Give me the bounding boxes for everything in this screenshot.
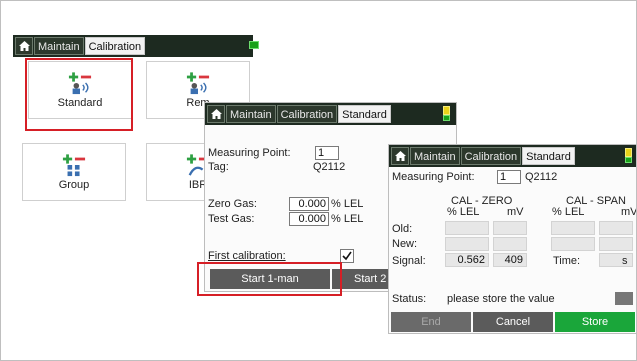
signal-lel-value: 0.562: [445, 253, 489, 267]
tab-calibration[interactable]: Calibration: [84, 37, 146, 55]
tab-standard[interactable]: Standard: [338, 105, 391, 123]
measuring-point-label: Measuring Point:: [208, 147, 291, 159]
status-label: Status:: [392, 293, 427, 305]
battery-icon: [443, 106, 450, 115]
new-zero-mv: [493, 237, 527, 251]
new-span-lel: [551, 237, 595, 251]
home-icon[interactable]: [207, 105, 225, 123]
first-calibration-label: First calibration:: [208, 250, 286, 262]
test-gas-unit: % LEL: [331, 213, 364, 225]
battery-level-icon: [625, 157, 632, 163]
tag-label: Tag:: [208, 161, 229, 173]
old-zero-mv: [493, 221, 527, 235]
time-label: Time:: [553, 255, 581, 267]
old-span-lel: [551, 221, 595, 235]
measuring-point-input[interactable]: 1: [497, 170, 521, 184]
zero-gas-label: Zero Gas:: [208, 198, 257, 210]
row-new-label: New:: [392, 238, 418, 250]
tile-group[interactable]: Group: [22, 143, 126, 201]
menu-tabbar: Maintain Calibration: [13, 35, 259, 57]
tile-group-label: Group: [58, 179, 90, 191]
checkmark-icon: [342, 251, 352, 261]
first-calibration-checkbox[interactable]: [340, 249, 354, 263]
screenshot-frame: Maintain Calibration Standard Rem Group: [0, 0, 637, 361]
zero-mv-header: mV: [507, 206, 524, 218]
new-zero-lel: [445, 237, 489, 251]
end-button: End: [391, 312, 471, 332]
signal-mv-value: 409: [493, 253, 527, 267]
cancel-button[interactable]: Cancel: [473, 312, 553, 332]
end-label: End: [421, 316, 441, 328]
start-1-man-highlight-box: [197, 262, 342, 296]
home-icon[interactable]: [15, 37, 33, 55]
measuring-point-label: Measuring Point:: [392, 171, 475, 183]
span-lel-header: % LEL: [552, 206, 585, 218]
status-info-icon[interactable]: [615, 292, 633, 305]
old-zero-lel: [445, 221, 489, 235]
tab-calibration[interactable]: Calibration: [276, 105, 338, 123]
panel3-tabbar: Maintain Calibration Standard: [389, 145, 636, 167]
group-cal-icon: [62, 154, 86, 177]
home-icon[interactable]: [391, 147, 409, 165]
panel2-tabbar: Maintain Calibration Standard: [205, 103, 456, 125]
tab-maintain[interactable]: Maintain: [34, 37, 84, 55]
calibration-measure-panel: Maintain Calibration Standard Measuring …: [388, 144, 637, 334]
time-unit: s: [622, 255, 628, 267]
zero-gas-input[interactable]: 0.000: [289, 197, 329, 211]
battery-level-icon: [443, 115, 450, 121]
test-gas-label: Test Gas:: [208, 213, 255, 225]
tab-standard[interactable]: Standard: [522, 147, 575, 165]
row-signal-label: Signal:: [392, 255, 426, 267]
new-span-mv: [599, 237, 633, 251]
tab-maintain[interactable]: Maintain: [226, 105, 276, 123]
battery-icon: [625, 148, 632, 157]
row-old-label: Old:: [392, 223, 413, 235]
battery-icon: [249, 41, 259, 49]
tag-value: Q2112: [525, 171, 558, 183]
tab-calibration[interactable]: Calibration: [460, 147, 522, 165]
start-2-man-label: Start 2: [354, 273, 387, 285]
cancel-label: Cancel: [495, 316, 531, 328]
store-label: Store: [581, 316, 609, 328]
measuring-point-input[interactable]: 1: [315, 146, 339, 160]
remote-cal-icon: [186, 72, 210, 95]
old-span-mv: [599, 221, 633, 235]
standard-highlight-box: [25, 58, 133, 131]
tag-value: Q2112: [313, 161, 346, 173]
status-text: please store the value: [447, 293, 555, 305]
tab-maintain[interactable]: Maintain: [410, 147, 460, 165]
span-mv-header: mV: [621, 206, 637, 218]
zero-gas-unit: % LEL: [331, 198, 364, 210]
zero-lel-header: % LEL: [447, 206, 480, 218]
test-gas-input[interactable]: 0.000: [289, 212, 329, 226]
store-button[interactable]: Store: [555, 312, 635, 332]
